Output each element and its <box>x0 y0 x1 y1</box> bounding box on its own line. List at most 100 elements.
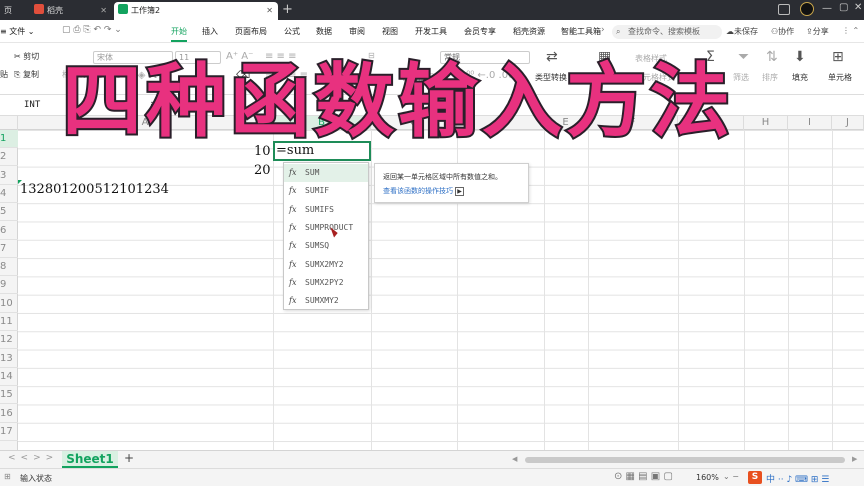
add-sheet-button[interactable]: + <box>124 451 134 465</box>
row-header[interactable]: 5 <box>0 203 18 222</box>
unsaved-status[interactable]: ☁未保存 <box>726 26 758 37</box>
autocomplete-item[interactable]: fx SUM <box>284 164 368 182</box>
tab-daoke[interactable]: 稻壳 ✕ <box>30 2 112 20</box>
cell-icon: ⊞ <box>832 49 844 65</box>
chevron-right-icon[interactable]: › <box>601 25 605 35</box>
autocomplete-item-label: SUM <box>305 168 320 177</box>
column-header-j[interactable]: J <box>832 116 864 130</box>
autocomplete-item[interactable]: fx SUMSQ <box>284 237 368 255</box>
autocomplete-item-label: SUMXMY2 <box>305 296 339 306</box>
autocomplete-item[interactable]: fx SUMIF <box>284 182 368 200</box>
menu-page-layout[interactable]: 页面布局 <box>235 25 267 38</box>
column-divider <box>832 130 833 450</box>
zoom-dropdown-icon[interactable]: ⌄ − <box>723 472 739 481</box>
menu-member[interactable]: 会员专享 <box>464 25 496 38</box>
menu-daoke-resources[interactable]: 稻壳资源 <box>513 25 545 38</box>
sheet-tab-sheet1[interactable]: Sheet1 <box>62 451 118 468</box>
row-header[interactable]: 16 <box>0 405 18 423</box>
overlay-title: 四种函数输入方法 <box>60 55 734 148</box>
macro-icon[interactable]: ⊞ <box>4 472 11 481</box>
menu-developer[interactable]: 开发工具 <box>415 25 447 38</box>
daoke-icon <box>34 4 44 14</box>
play-icon[interactable]: ▶ <box>455 187 464 196</box>
scissors-icon: ✂ <box>14 52 21 61</box>
hamburger-icon: ≡ <box>0 27 10 36</box>
tooltip-link[interactable]: 查看该函数的操作技巧 ▶ <box>383 184 520 199</box>
scroll-right-icon[interactable]: ▶ <box>852 455 857 463</box>
quick-access-toolbar[interactable]: ▢ ⎙ ⎘ ↶ ↷ ⌄ <box>62 25 122 35</box>
menu-review[interactable]: 审阅 <box>349 25 365 38</box>
menu-smart-tools[interactable]: 智能工具箱 <box>561 25 605 38</box>
function-icon: fx <box>289 296 297 306</box>
row-header[interactable]: 12 <box>0 331 18 350</box>
copy-button[interactable]: ⎘ 复制 <box>14 69 39 80</box>
row-header[interactable]: 7 <box>0 240 18 258</box>
avatar[interactable] <box>800 2 814 16</box>
autocomplete-item[interactable]: fx SUMXMY2 <box>284 292 368 310</box>
autocomplete-item[interactable]: fx SUMPRODUCT <box>284 219 368 237</box>
menu-insert[interactable]: 插入 <box>202 25 218 38</box>
close-window-icon[interactable]: ✕ <box>854 2 862 13</box>
row-header[interactable]: 1 <box>0 130 18 148</box>
row-header[interactable]: 11 <box>0 313 18 331</box>
row-header[interactable]: 9 <box>0 276 18 295</box>
tooltip-description: 返回某一单元格区域中所有数值之和。 <box>383 173 502 181</box>
scroll-left-icon[interactable]: ◀ <box>512 455 517 463</box>
title-bar: 页 稻壳 ✕ 工作簿2 ✕ + — ▢ ✕ <box>0 0 864 20</box>
collab-button[interactable]: ⚇协作 <box>771 26 794 37</box>
view-mode-icons[interactable]: ⊙ ▦ ▤ ▣ ▢ <box>614 471 673 482</box>
sheet-tab-bar: <<>> Sheet1 + ◀ ▶ <box>0 450 864 468</box>
sogou-ime-icon[interactable]: S <box>748 471 762 484</box>
command-search-input[interactable]: ⌕ 查找命令、搜索模板 <box>612 25 722 39</box>
row-header[interactable]: 10 <box>0 295 18 313</box>
sheet-nav-arrows[interactable]: <<>> <box>8 453 58 463</box>
cloud-icon: ☁ <box>726 27 734 36</box>
close-icon[interactable]: ✕ <box>100 2 107 20</box>
function-tooltip: 返回某一单元格区域中所有数值之和。 查看该函数的操作技巧 ▶ <box>374 163 529 203</box>
row-header[interactable]: 8 <box>0 258 18 277</box>
menu-home[interactable]: 开始 <box>171 25 187 42</box>
row-header[interactable]: 17 <box>0 423 18 441</box>
name-box[interactable]: INT <box>24 100 40 110</box>
cell-b2-value[interactable]: 20 <box>254 162 271 180</box>
cell-button[interactable]: 单元格 <box>828 72 852 83</box>
minimize-icon[interactable]: — <box>822 3 832 14</box>
ime-tray-icons[interactable]: 中 ·· ♪ ⌨ ⊞ ☰ <box>766 472 829 485</box>
menu-view[interactable]: 视图 <box>382 25 398 38</box>
copy-icon: ⎘ <box>14 70 21 79</box>
autocomplete-item[interactable]: fx SUMX2PY2 <box>284 274 368 292</box>
error-indicator-icon <box>18 180 22 184</box>
maximize-icon[interactable]: ▢ <box>839 2 848 13</box>
tab-label: 工作簿2 <box>131 6 161 15</box>
function-icon: fx <box>289 204 297 214</box>
row-header[interactable]: 15 <box>0 386 18 405</box>
menu-file[interactable]: ≡ 文件 ⌄ <box>0 25 35 38</box>
row-header[interactable]: 6 <box>0 222 18 240</box>
autocomplete-item-label: SUMX2MY2 <box>305 259 344 269</box>
new-tab-button[interactable]: + <box>282 2 293 17</box>
window-mode-icon[interactable] <box>778 4 790 15</box>
function-icon: fx <box>289 277 297 287</box>
more-icon[interactable]: ⋮ ⌃ <box>842 26 859 35</box>
tab-home[interactable]: 页 <box>0 2 28 20</box>
close-icon[interactable]: ✕ <box>266 2 273 20</box>
zoom-level[interactable]: 160% <box>696 473 719 482</box>
cut-button[interactable]: ✂ 剪切 <box>14 51 39 62</box>
menu-formulas[interactable]: 公式 <box>284 25 300 38</box>
horizontal-scrollbar[interactable] <box>525 457 845 463</box>
row-header[interactable]: 2 <box>0 148 18 167</box>
autocomplete-item[interactable]: fx SUMX2MY2 <box>284 256 368 274</box>
column-divider <box>273 130 274 450</box>
share-button[interactable]: ⇪分享 <box>806 26 829 37</box>
cell-a3-value[interactable]: 132801200512101234 <box>20 181 169 199</box>
row-header[interactable]: 3 <box>0 167 18 185</box>
autocomplete-item[interactable]: fx SUMIFS <box>284 201 368 219</box>
select-all-corner[interactable] <box>0 116 18 130</box>
row-header[interactable]: 13 <box>0 350 18 368</box>
spreadsheet-icon <box>118 4 128 14</box>
paste-button[interactable]: 贴 <box>0 69 8 80</box>
tab-workbook[interactable]: 工作簿2 ✕ <box>114 2 278 20</box>
menu-data[interactable]: 数据 <box>316 25 332 38</box>
row-header[interactable]: 4 <box>0 185 18 203</box>
row-header[interactable]: 14 <box>0 368 18 386</box>
